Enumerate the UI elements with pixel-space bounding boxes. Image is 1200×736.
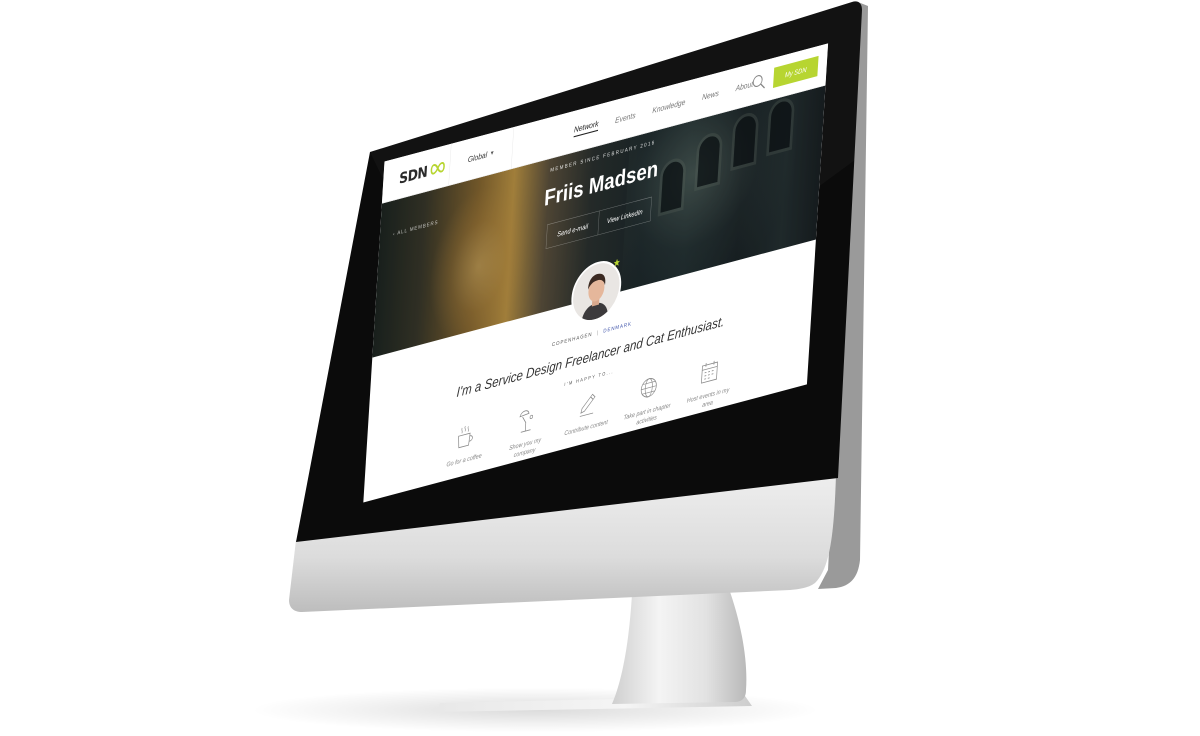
sdn-logo[interactable]: SDN — [398, 158, 447, 188]
city: COPENHAGEN — [551, 331, 593, 349]
nav-item-events[interactable]: Events — [615, 111, 636, 125]
location-separator: | — [596, 329, 600, 337]
action-chapter: Take part in chapter activities — [620, 367, 676, 431]
action-label: Go for a coffee — [446, 451, 482, 469]
region-label: Global — [467, 150, 488, 165]
my-sdn-button[interactable]: My SDN — [772, 55, 819, 88]
coffee-cup-icon — [458, 425, 473, 449]
nav-item-knowledge[interactable]: Knowledge — [652, 97, 685, 115]
action-host-events: Host events in my area — [681, 351, 737, 415]
infinity-icon — [430, 162, 445, 175]
action-coffee: Go for a coffee — [437, 416, 493, 480]
country: DENMARK — [603, 320, 632, 335]
chevron-down-icon: ▼ — [489, 149, 495, 158]
pencil-icon — [579, 393, 596, 417]
search-icon[interactable] — [751, 71, 767, 93]
logo-text: SDN — [398, 162, 429, 188]
nav-item-news[interactable]: News — [702, 88, 719, 101]
globe-icon — [640, 378, 657, 398]
calendar-icon — [701, 360, 718, 384]
nav-item-network[interactable]: Network — [573, 119, 599, 138]
action-show-company: Show you my company — [498, 399, 554, 463]
product-mockup: SDN Global ▼ Network Events Knowledge Ne… — [0, 0, 1200, 736]
action-label: Contribute content — [564, 417, 609, 437]
stand-neck — [612, 586, 747, 704]
desk-lamp-icon — [519, 410, 533, 433]
action-contribute: Contribute content — [559, 383, 615, 447]
